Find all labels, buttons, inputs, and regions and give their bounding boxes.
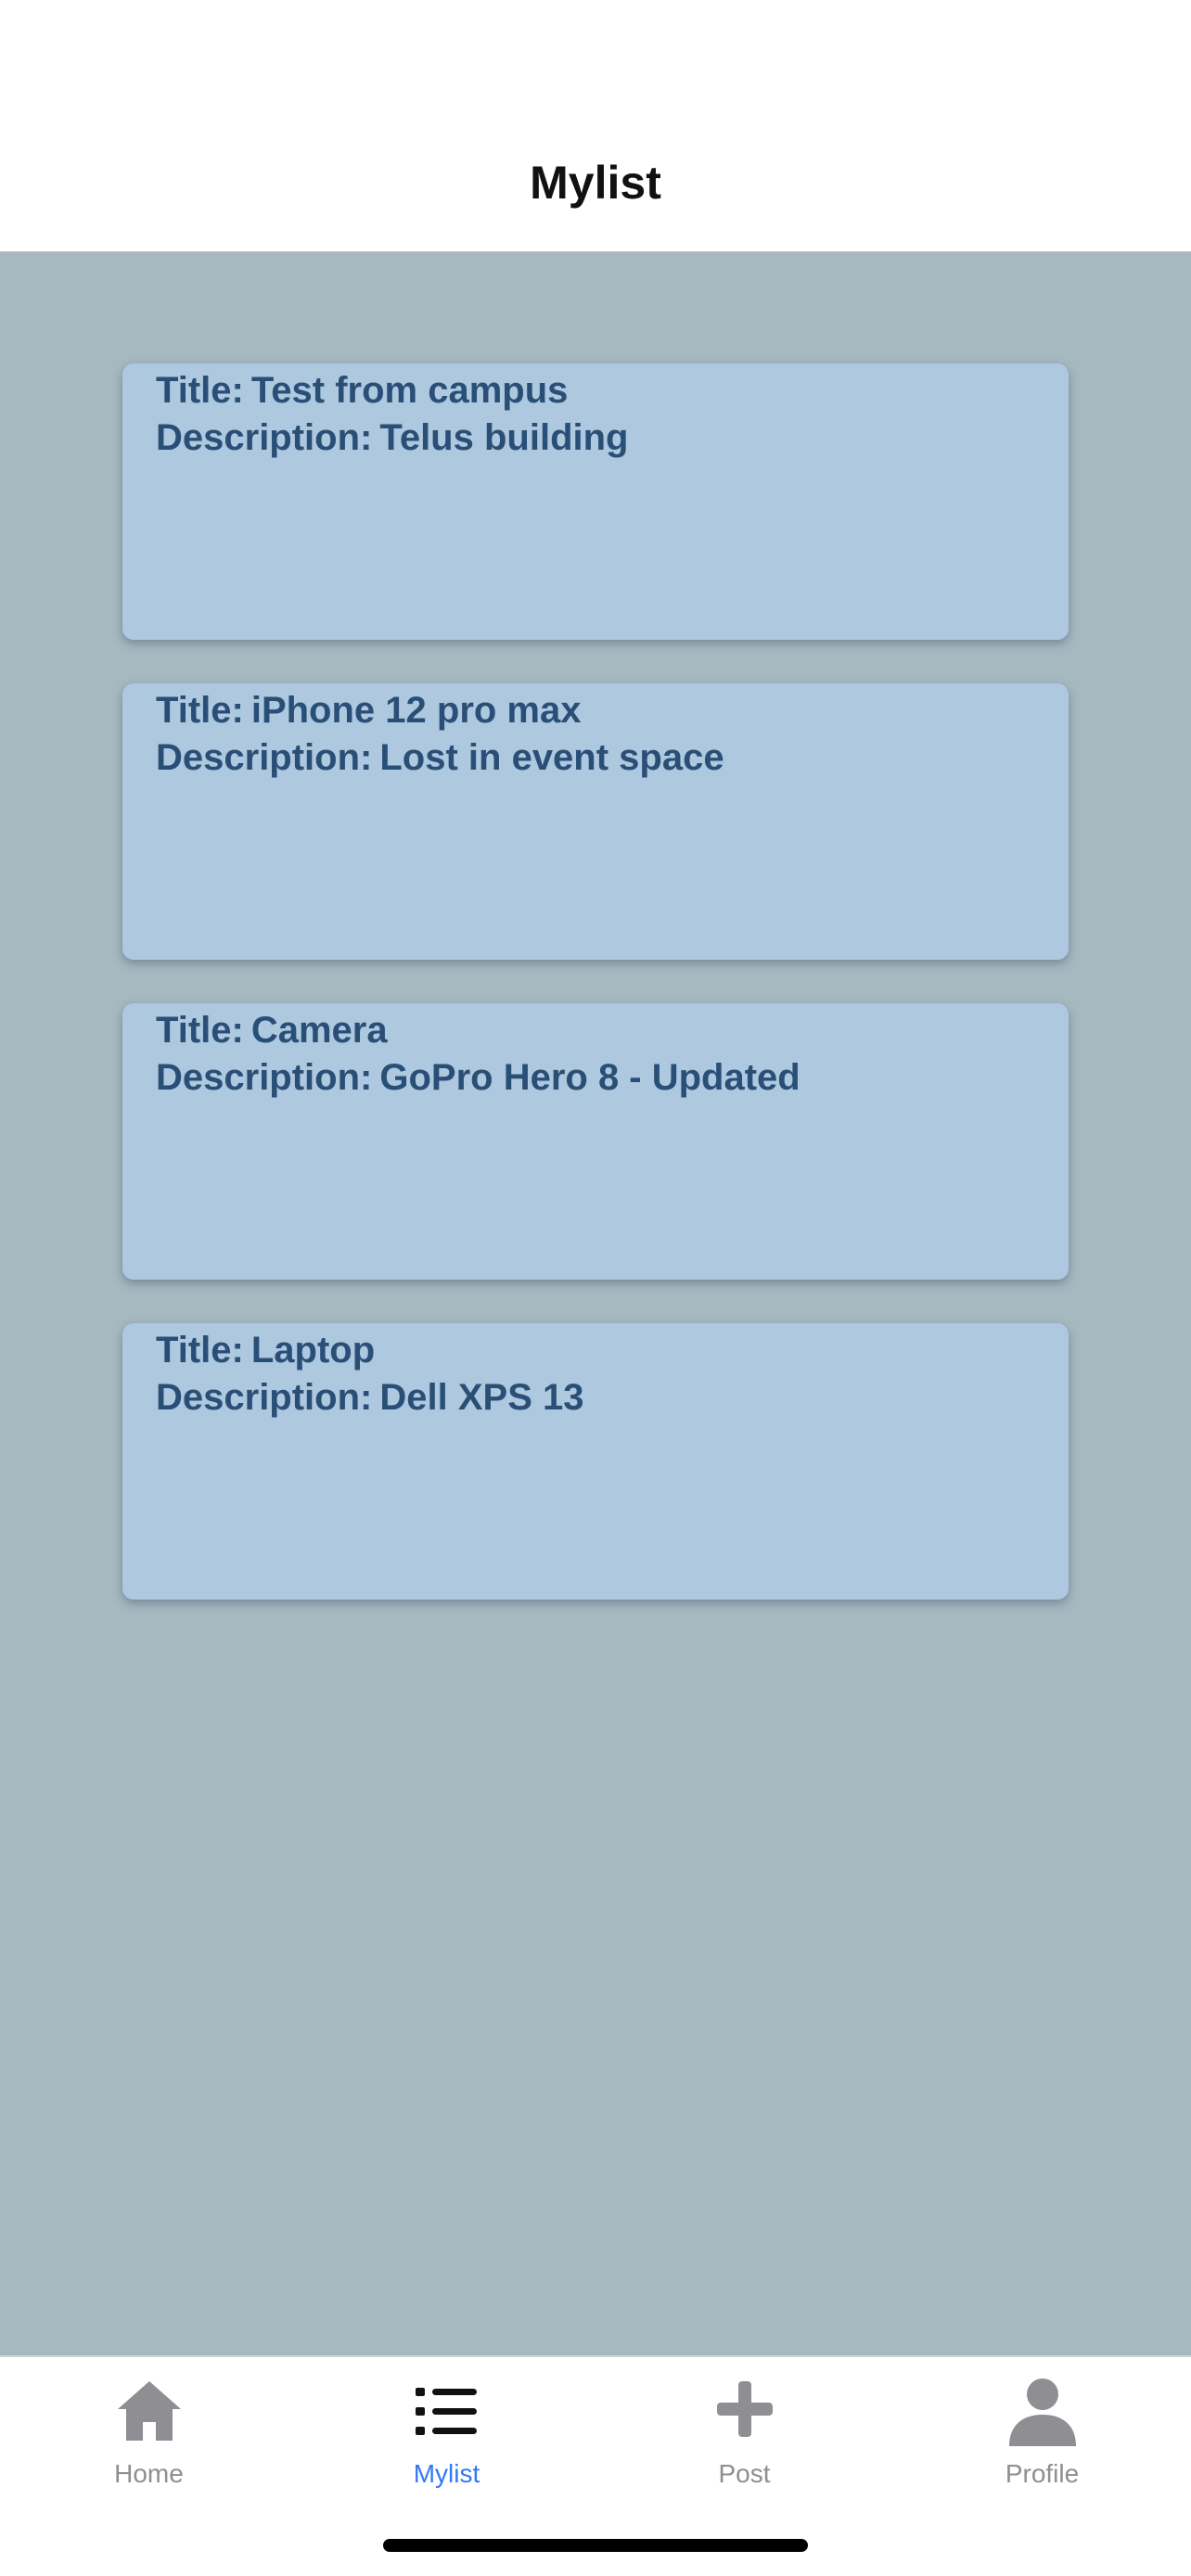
item-list[interactable]: Title: Test from campus Description: Tel… bbox=[122, 363, 1069, 1643]
title-label: Title: bbox=[156, 370, 244, 411]
title-value: Test from campus bbox=[250, 370, 569, 411]
title-value: iPhone 12 pro max bbox=[250, 690, 582, 731]
tab-mylist[interactable]: Mylist bbox=[298, 2357, 596, 2496]
description-label: Description: bbox=[156, 1377, 373, 1418]
description-row: Description: Dell XPS 13 bbox=[156, 1374, 1035, 1422]
plus-icon bbox=[716, 2381, 773, 2437]
list-item[interactable]: Title: Test from campus Description: Tel… bbox=[122, 363, 1069, 640]
title-row: Title: Test from campus bbox=[156, 367, 1035, 414]
navigation-header: Mylist bbox=[0, 0, 1191, 253]
description-label: Description: bbox=[156, 1057, 373, 1098]
title-row: Title: Laptop bbox=[156, 1327, 1035, 1374]
list-item[interactable]: Title: Camera Description: GoPro Hero 8 … bbox=[122, 1003, 1069, 1280]
description-row: Description: GoPro Hero 8 - Updated bbox=[156, 1054, 1035, 1102]
list-icon bbox=[415, 2388, 477, 2435]
list-item[interactable]: Title: Laptop Description: Dell XPS 13 bbox=[122, 1323, 1069, 1600]
title-value: Laptop bbox=[250, 1330, 376, 1371]
description-value: Lost in event space bbox=[379, 737, 724, 778]
description-value: Telus building bbox=[379, 417, 629, 458]
tab-home[interactable]: Home bbox=[0, 2357, 298, 2496]
tab-post[interactable]: Post bbox=[596, 2357, 893, 2496]
title-value: Camera bbox=[250, 1010, 388, 1051]
description-value: Dell XPS 13 bbox=[379, 1377, 584, 1418]
home-indicator[interactable] bbox=[383, 2539, 808, 2552]
tab-profile[interactable]: Profile bbox=[893, 2357, 1191, 2496]
description-row: Description: Lost in event space bbox=[156, 734, 1035, 782]
tab-label: Mylist bbox=[413, 2459, 480, 2488]
list-item[interactable]: Title: iPhone 12 pro max Description: Lo… bbox=[122, 683, 1069, 960]
title-label: Title: bbox=[156, 1010, 244, 1051]
tab-label: Profile bbox=[1005, 2459, 1080, 2488]
description-label: Description: bbox=[156, 737, 373, 778]
title-row: Title: iPhone 12 pro max bbox=[156, 687, 1035, 734]
person-icon bbox=[1008, 2378, 1076, 2446]
description-row: Description: Telus building bbox=[156, 414, 1035, 462]
title-row: Title: Camera bbox=[156, 1007, 1035, 1054]
tab-label: Home bbox=[114, 2459, 184, 2488]
title-label: Title: bbox=[156, 690, 244, 731]
description-value: GoPro Hero 8 - Updated bbox=[379, 1057, 800, 1098]
mylist-screen: Mylist Title: Test from campus Descripti… bbox=[0, 0, 1191, 2576]
description-label: Description: bbox=[156, 417, 373, 458]
home-icon bbox=[117, 2381, 181, 2441]
title-label: Title: bbox=[156, 1330, 244, 1371]
page-title: Mylist bbox=[530, 157, 661, 209]
tab-label: Post bbox=[718, 2459, 771, 2488]
